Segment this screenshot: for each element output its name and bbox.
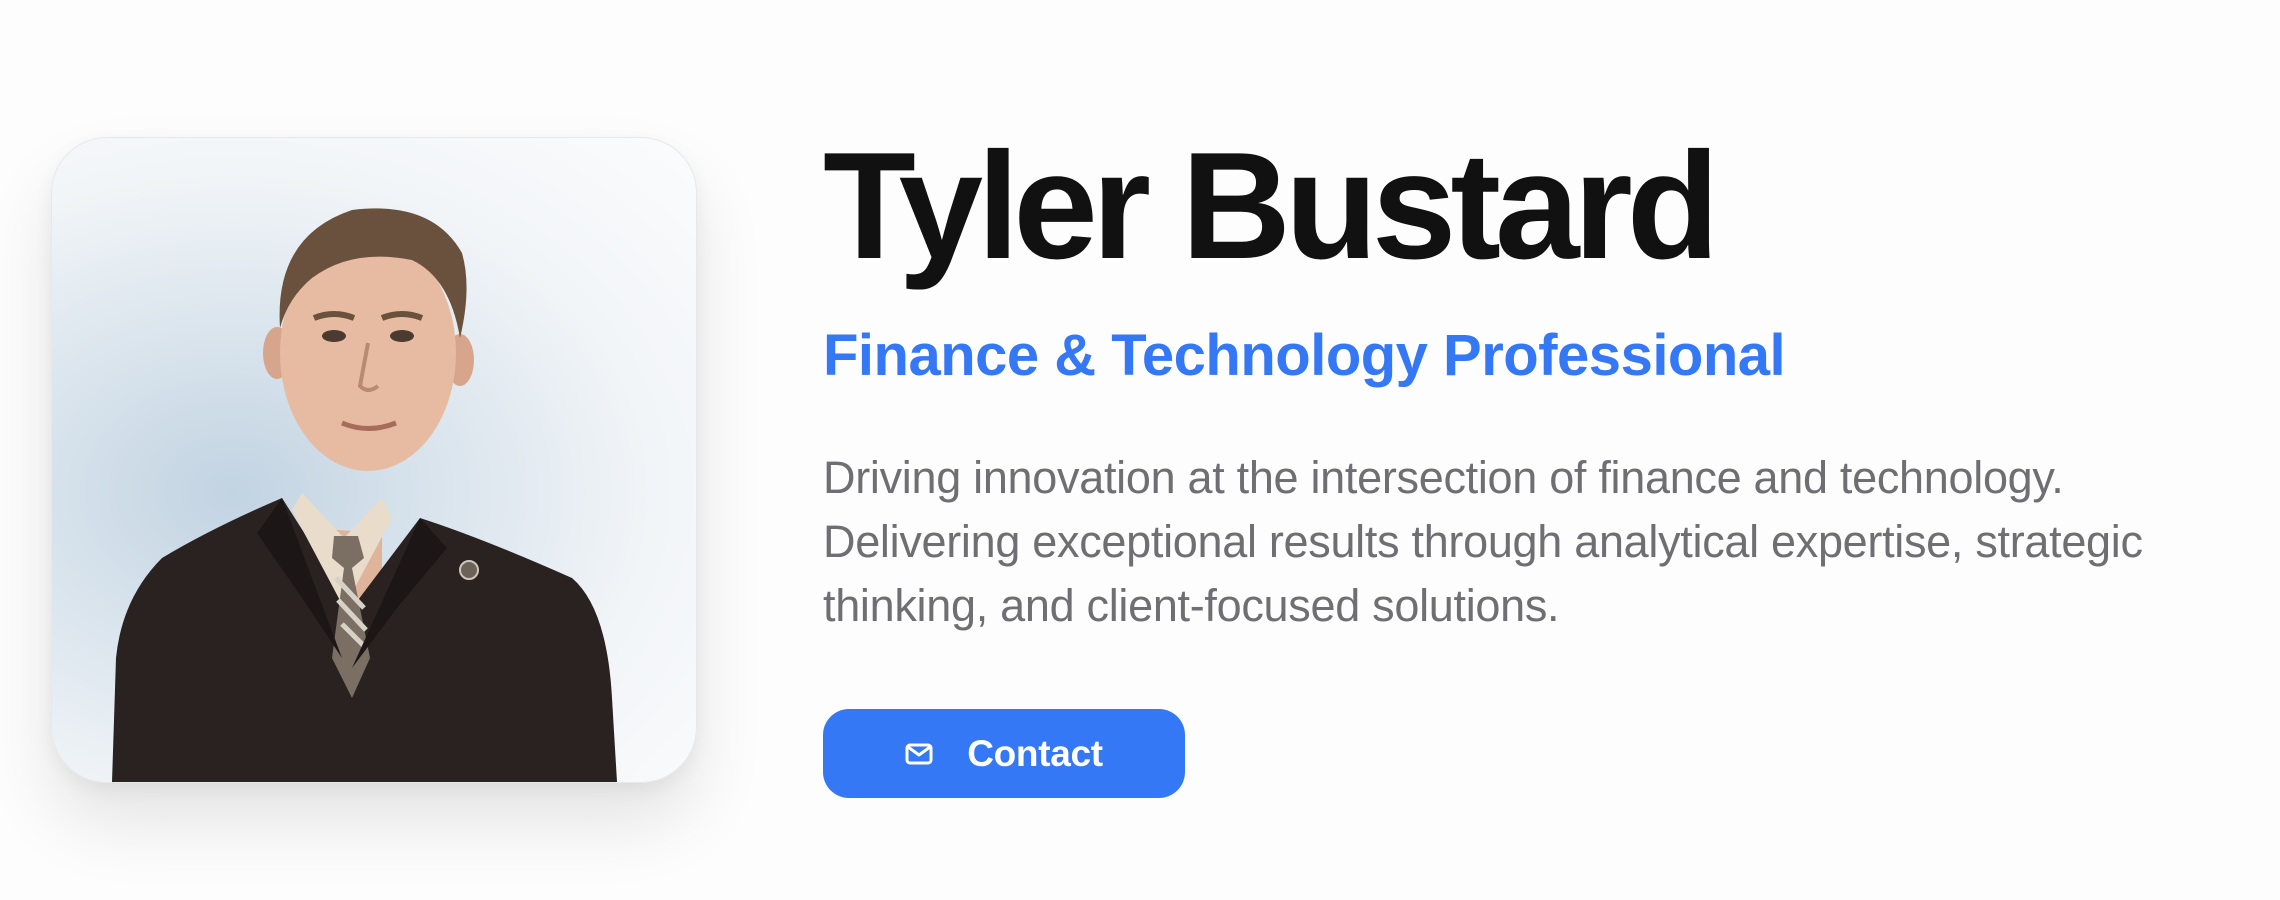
hero-section: Tyler Bustard Finance & Technology Profe… (0, 0, 2280, 900)
profile-photo (51, 137, 697, 783)
profile-name: Tyler Bustard (823, 121, 1720, 291)
profile-title: Finance & Technology Professional (823, 323, 1786, 388)
contact-button[interactable]: Contact (823, 709, 1185, 798)
intro-text: Tyler Bustard Finance & Technology Profe… (823, 120, 2223, 638)
contact-button-label: Contact (967, 732, 1103, 774)
portrait-illustration (112, 208, 617, 782)
mail-icon (905, 743, 933, 765)
profile-description: Driving innovation at the intersection o… (823, 451, 2143, 631)
